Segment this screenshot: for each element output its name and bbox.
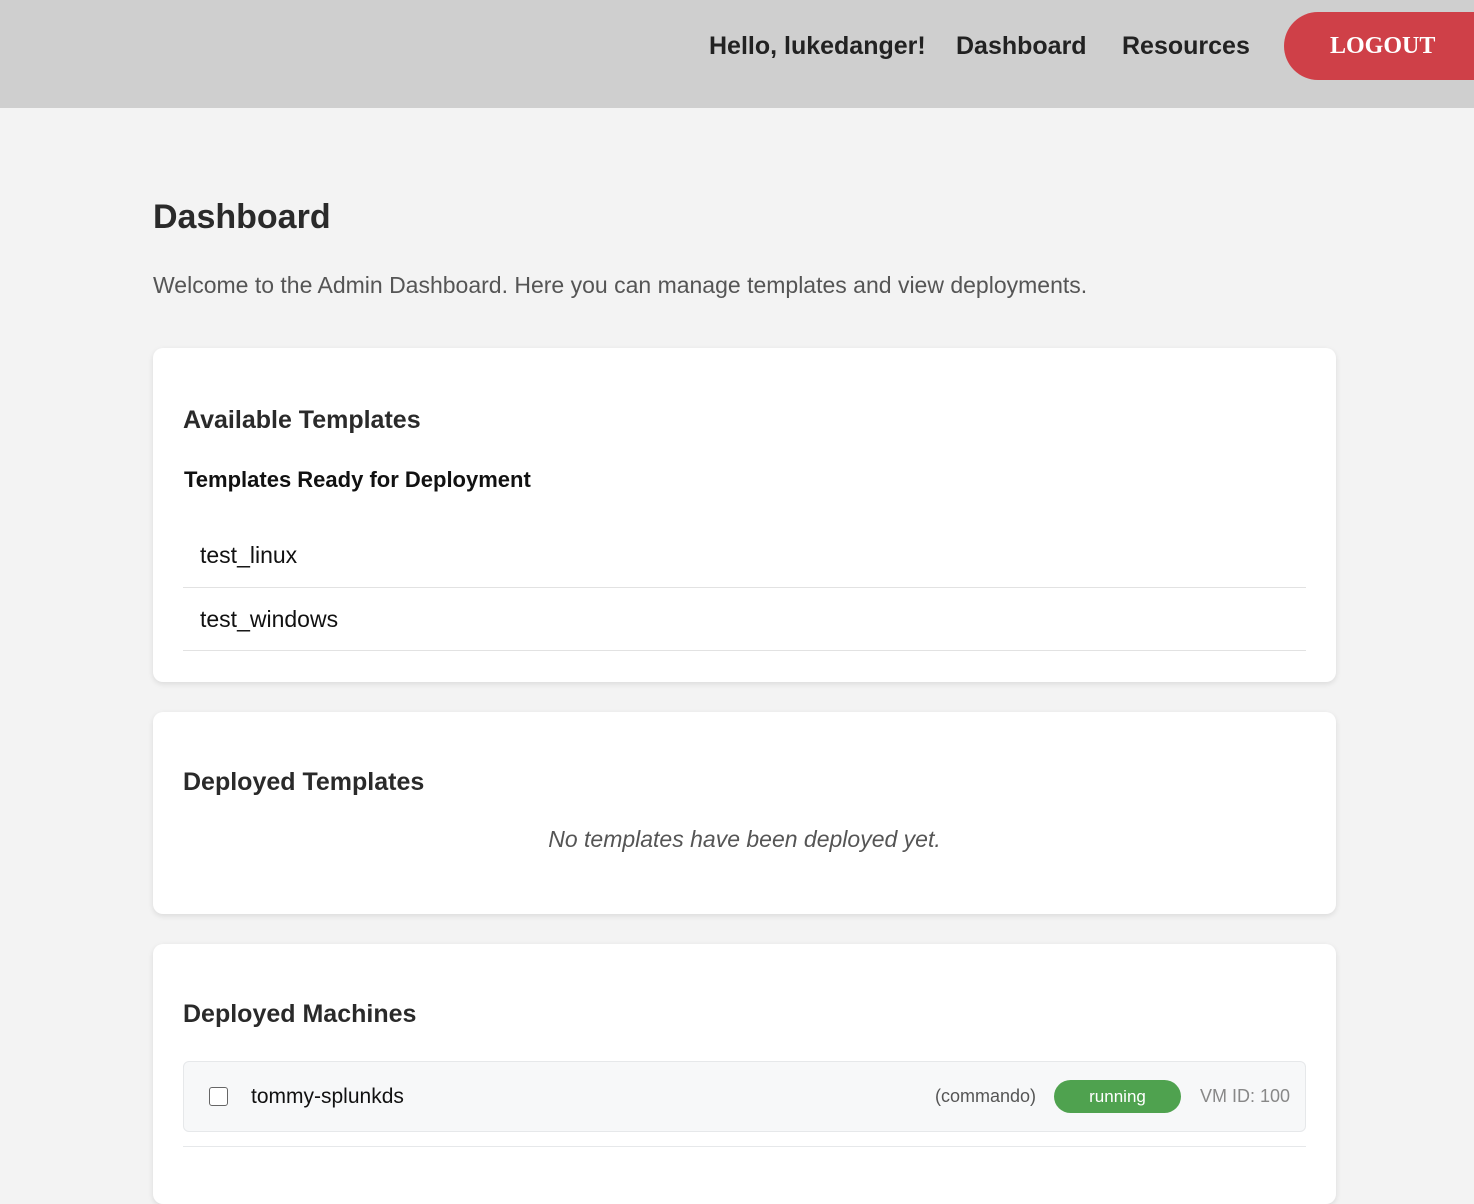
templates-ready-subheading: Templates Ready for Deployment [184, 467, 531, 492]
next-machine-row-edge [183, 1146, 1306, 1157]
template-item-test-linux[interactable]: test_linux [183, 524, 1306, 588]
available-templates-card: Available Templates Templates Ready for … [153, 348, 1336, 682]
machine-select-checkbox[interactable] [209, 1087, 228, 1106]
page-intro-text: Welcome to the Admin Dashboard. Here you… [153, 272, 1088, 298]
nav-link-resources[interactable]: Resources [1122, 0, 1250, 92]
deployed-machines-card: Deployed Machines tommy-splunkds (comman… [153, 944, 1336, 1204]
top-navigation-bar: Hello, lukedanger! Dashboard Resources L… [0, 0, 1474, 108]
machine-template-label: (commando) [934, 1086, 1036, 1106]
template-list: test_linux test_windows [183, 524, 1306, 651]
machine-row[interactable]: tommy-splunkds (commando) running VM ID:… [183, 1061, 1306, 1132]
page-title: Dashboard [153, 198, 331, 236]
machine-vm-id: VM ID: 100 [1200, 1086, 1291, 1106]
deployed-machines-title: Deployed Machines [183, 1000, 417, 1028]
template-item-test-windows[interactable]: test_windows [183, 588, 1306, 651]
logout-button[interactable]: LOGOUT [1284, 12, 1474, 80]
machine-status-badge: running [1054, 1080, 1181, 1113]
available-templates-title: Available Templates [183, 406, 421, 434]
user-greeting: Hello, lukedanger! [709, 31, 926, 60]
machine-name: tommy-splunkds [251, 1084, 404, 1108]
deployed-templates-card: Deployed Templates No templates have bee… [153, 712, 1336, 914]
nav-link-dashboard[interactable]: Dashboard [956, 0, 1087, 92]
deployed-templates-title: Deployed Templates [183, 768, 425, 796]
no-deployments-message: No templates have been deployed yet. [548, 826, 941, 852]
